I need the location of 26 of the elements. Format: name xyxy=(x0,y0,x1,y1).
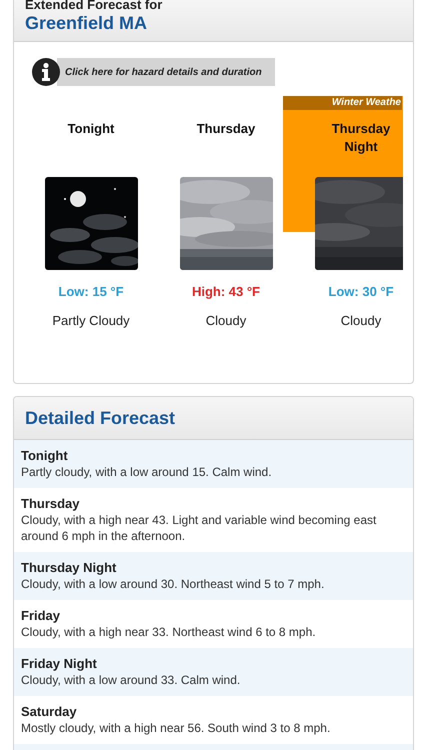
temperature: High: 43 °F xyxy=(192,284,260,300)
hazard-link[interactable]: Click here for hazard details and duration xyxy=(32,58,275,86)
forecast-text: Cloudy, with a low around 33. Calm wind. xyxy=(21,672,242,688)
forecast-summary: Cloudy xyxy=(206,313,246,329)
forecast-text: Cloudy, with a low around 30. Northeast wind 5 to 7 mph. xyxy=(21,576,326,592)
hazard-banner[interactable]: Winter Weathe xyxy=(283,96,402,110)
temperature: Low: 15 °F xyxy=(58,284,124,300)
period-name: Friday Night xyxy=(21,656,98,672)
forecast-text: Cloudy, with a high near 33. Northeast wind 6 to 8 mph. xyxy=(21,624,317,640)
period-name: Thursday Night xyxy=(21,560,118,576)
period-name: Thursday xyxy=(21,496,81,512)
forecast-text: Mostly cloudy, with a high near 56. South wind 3 to 8 mph. xyxy=(21,720,332,736)
forecast-summary: Cloudy xyxy=(340,313,382,329)
section-title: Detailed Forecast xyxy=(25,407,176,429)
period-name: Friday xyxy=(21,608,62,624)
forecast-text: Cloudy, with a high near 43. Light and variable wind becoming east around 6 mph in the afternoon. xyxy=(21,512,378,544)
location-title: Greenfield MA xyxy=(25,12,148,34)
forecast-summary: Partly Cloudy xyxy=(52,313,130,329)
temperature: Low: 30 °F xyxy=(328,284,394,300)
info-icon xyxy=(32,58,60,86)
period-name: Saturday xyxy=(21,704,78,720)
period-name: Tonight xyxy=(66,120,116,138)
forecast-text: Partly cloudy, with a low around 15. Calm wind. xyxy=(21,464,273,480)
period-name: Thursday xyxy=(196,120,256,138)
period-name: Tonight xyxy=(21,448,69,464)
period-name: Thursday Night xyxy=(330,120,392,156)
